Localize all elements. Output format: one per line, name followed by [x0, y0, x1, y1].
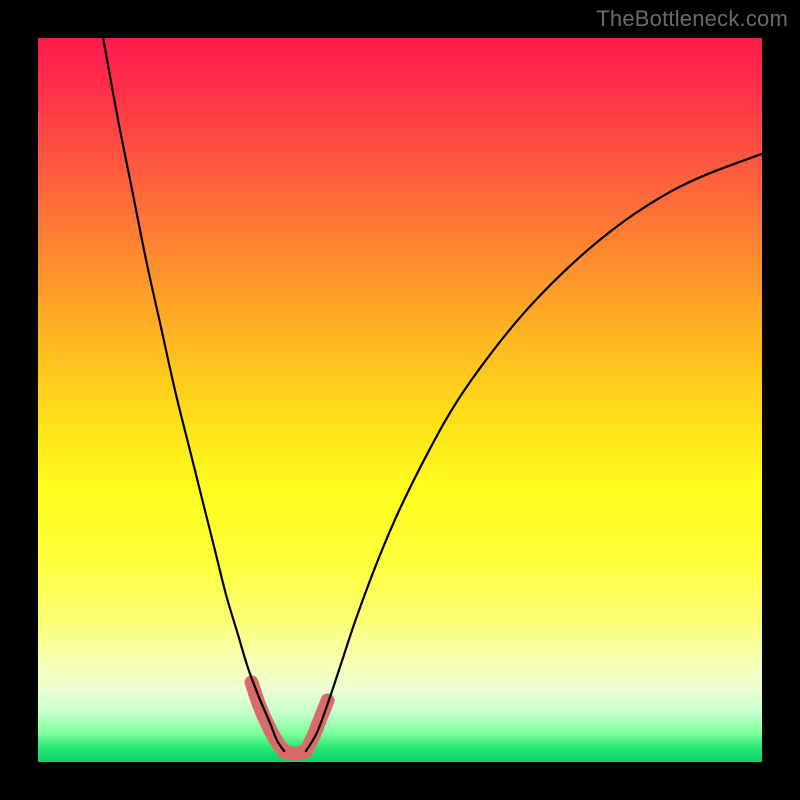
highlight-layer [252, 682, 328, 753]
chart-plot-area [38, 38, 762, 762]
series-right-curve [306, 154, 762, 751]
chart-svg [38, 38, 762, 762]
series-left-curve [103, 38, 284, 751]
chart-frame: TheBottleneck.com [0, 0, 800, 800]
curve-layer [103, 38, 762, 751]
highlight-right-highlight [306, 700, 328, 751]
watermark-text: TheBottleneck.com [596, 6, 788, 32]
